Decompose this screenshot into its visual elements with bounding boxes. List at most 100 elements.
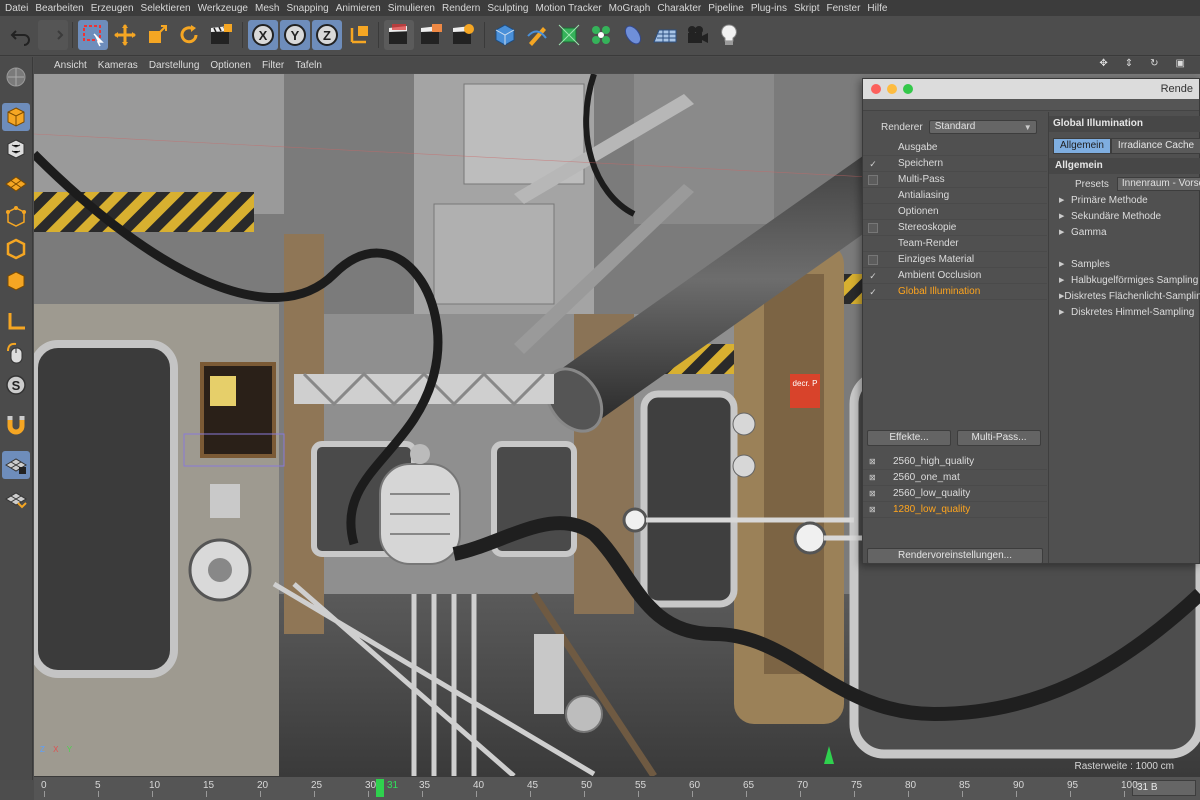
render-setting-item[interactable]: ✓ Ambient Occlusion xyxy=(863,268,1047,284)
floor-icon[interactable] xyxy=(650,20,680,50)
points-mode-icon[interactable] xyxy=(2,203,30,231)
frame-field[interactable]: 31 B xyxy=(1132,780,1196,796)
menu-item-charakter[interactable]: Charakter xyxy=(656,3,707,14)
cube-icon[interactable] xyxy=(490,20,520,50)
close-window-button[interactable] xyxy=(871,84,881,94)
menu-item-animieren[interactable]: Animieren xyxy=(335,3,387,14)
renderer-dropdown[interactable]: Standard ▼ xyxy=(928,120,1037,134)
menu-item-hilfe[interactable]: Hilfe xyxy=(866,3,893,14)
gi-parameter-row[interactable]: ▶ Diskretes Himmel-Sampling xyxy=(1049,304,1200,320)
menu-item-rendern[interactable]: Rendern xyxy=(441,3,486,14)
model-mode-icon[interactable] xyxy=(2,103,30,131)
render-preset-item[interactable]: ⊠ 2560_one_mat xyxy=(863,470,1047,486)
menu-item-pipeline[interactable]: Pipeline xyxy=(707,3,750,14)
menu-item-mesh[interactable]: Mesh xyxy=(254,3,285,14)
expand-arrow-icon[interactable]: ▶ xyxy=(1059,308,1071,316)
render-preset-item[interactable]: ⊠ 1280_low_quality xyxy=(863,502,1047,518)
maximize-view-icon[interactable]: ▣ xyxy=(1176,58,1185,69)
timeline[interactable]: 31 31 B 0 5 10 15 20 25 30 35 40 45 50 55 60 65 70 75 80… xyxy=(34,776,1200,800)
render-setting-item[interactable]: Stereoskopie xyxy=(863,220,1047,236)
checkmark-icon[interactable]: ✓ xyxy=(868,159,878,169)
viewport-menu-filter[interactable]: Filter xyxy=(262,60,284,71)
render-setting-item[interactable]: Antialiasing xyxy=(863,188,1047,204)
render-setting-item[interactable]: ✓ Speichern xyxy=(863,156,1047,172)
menu-item-selektieren[interactable]: Selektieren xyxy=(140,3,197,14)
workplane-snap-icon[interactable] xyxy=(2,485,30,513)
deformer-icon[interactable] xyxy=(618,20,648,50)
snap-icon[interactable]: S xyxy=(2,371,30,399)
expand-arrow-icon[interactable]: ▶ xyxy=(1059,228,1071,236)
sphere-mode-icon[interactable] xyxy=(2,63,30,91)
move-icon[interactable] xyxy=(110,20,140,50)
render-setting-item[interactable]: Team-Render xyxy=(863,236,1047,252)
viewport-menu-optionen[interactable]: Optionen xyxy=(210,60,251,71)
expand-arrow-icon[interactable]: ▶ xyxy=(1059,260,1071,268)
rotate-view-icon[interactable]: ↻ xyxy=(1150,58,1158,69)
checkbox[interactable] xyxy=(868,222,878,233)
viewport-menu-darstellung[interactable]: Darstellung xyxy=(149,60,200,71)
effects-button[interactable]: Effekte... xyxy=(867,430,951,446)
render-setting-item[interactable]: Multi-Pass xyxy=(863,172,1047,188)
viewport-menu-ansicht[interactable]: Ansicht xyxy=(54,60,87,71)
menu-item-sculpting[interactable]: Sculpting xyxy=(486,3,534,14)
checkbox[interactable] xyxy=(868,174,878,185)
window-handle[interactable] xyxy=(863,99,1199,111)
checkbox[interactable] xyxy=(868,254,878,265)
texture-mode-icon[interactable] xyxy=(2,135,30,163)
select-icon[interactable] xyxy=(78,20,108,50)
menu-item-bearbeiten[interactable]: Bearbeiten xyxy=(34,3,89,14)
tab-general[interactable]: Allgemein xyxy=(1053,138,1111,154)
expand-arrow-icon[interactable]: ▶ xyxy=(1059,196,1071,204)
menu-item-mograph[interactable]: MoGraph xyxy=(608,3,657,14)
render-settings-icon[interactable] xyxy=(448,20,478,50)
expand-arrow-icon[interactable]: ▶ xyxy=(1059,212,1071,220)
menu-item-motion-tracker[interactable]: Motion Tracker xyxy=(534,3,607,14)
magnet-icon[interactable] xyxy=(2,411,30,439)
world-coords-icon[interactable] xyxy=(344,20,374,50)
render-picture-viewer-icon[interactable] xyxy=(416,20,446,50)
cloner-icon[interactable] xyxy=(586,20,616,50)
checkmark-icon[interactable]: ✓ xyxy=(868,271,878,281)
expand-arrow-icon[interactable]: ▶ xyxy=(1059,276,1071,284)
gi-parameter-row[interactable]: ▶ Diskretes Flächenlicht-Sampling xyxy=(1049,288,1200,304)
undo-icon[interactable] xyxy=(6,20,36,50)
tab-irradiance-cache[interactable]: Irradiance Cache xyxy=(1110,138,1200,154)
redo-icon[interactable] xyxy=(38,20,68,50)
viewport-menu-kameras[interactable]: Kameras xyxy=(98,60,138,71)
multipass-button[interactable]: Multi-Pass... xyxy=(957,430,1041,446)
clapboard-icon[interactable] xyxy=(206,20,236,50)
y-axis-icon[interactable]: Y xyxy=(280,20,310,50)
render-presets-button[interactable]: Rendervoreinstellungen... xyxy=(867,548,1043,564)
menu-item-plug-ins[interactable]: Plug-ins xyxy=(750,3,793,14)
scale-icon[interactable] xyxy=(142,20,172,50)
menu-item-datei[interactable]: Datei xyxy=(4,3,34,14)
gi-parameter-row[interactable]: ▶ Primäre Methode xyxy=(1049,192,1200,208)
edges-mode-icon[interactable] xyxy=(2,235,30,263)
menu-item-werkzeuge[interactable]: Werkzeuge xyxy=(197,3,254,14)
pen-icon[interactable] xyxy=(522,20,552,50)
render-view-icon[interactable] xyxy=(384,20,414,50)
viewport-menu-tafeln[interactable]: Tafeln xyxy=(295,60,322,71)
render-setting-item[interactable]: Optionen xyxy=(863,204,1047,220)
menu-item-fenster[interactable]: Fenster xyxy=(826,3,867,14)
tweak-mode-icon[interactable] xyxy=(2,339,30,367)
gi-parameter-row[interactable]: ▶ Halbkugelförmiges Sampling xyxy=(1049,272,1200,288)
move-view-icon[interactable]: ✥ xyxy=(1099,58,1107,69)
checkmark-icon[interactable]: ✓ xyxy=(868,287,878,297)
rotate-icon[interactable] xyxy=(174,20,204,50)
z-axis-icon[interactable]: Z xyxy=(312,20,342,50)
light-icon[interactable] xyxy=(714,20,744,50)
render-preset-item[interactable]: ⊠ 2560_low_quality xyxy=(863,486,1047,502)
render-setting-item[interactable]: Ausgabe xyxy=(863,140,1047,156)
axis-mode-icon[interactable] xyxy=(2,307,30,335)
camera-icon[interactable] xyxy=(682,20,712,50)
gi-parameter-row[interactable]: ▶ Sekundäre Methode xyxy=(1049,208,1200,224)
window-titlebar[interactable]: Rende xyxy=(863,79,1199,99)
playhead[interactable] xyxy=(376,779,384,797)
menu-item-snapping[interactable]: Snapping xyxy=(285,3,334,14)
subdivision-icon[interactable] xyxy=(554,20,584,50)
gi-parameter-row[interactable]: ▶ Samples xyxy=(1049,256,1200,272)
zoom-view-icon[interactable]: ⇕ xyxy=(1125,58,1133,69)
menu-item-simulieren[interactable]: Simulieren xyxy=(387,3,441,14)
render-preset-item[interactable]: ⊠ 2560_high_quality xyxy=(863,454,1047,470)
